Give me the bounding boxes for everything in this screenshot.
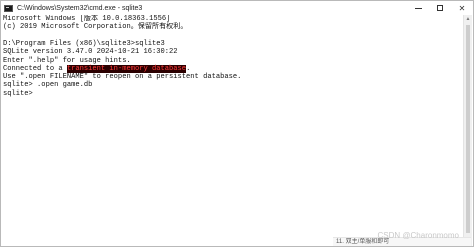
console-line-connected: Connected to a transient in-memory datab… <box>3 64 191 73</box>
console-output[interactable]: Microsoft Windows [版本 10.0.18363.1556] (… <box>1 15 464 246</box>
minimize-icon <box>414 7 422 9</box>
maximize-button[interactable] <box>429 1 451 15</box>
console-line: sqlite> .open game.db <box>3 81 93 90</box>
title-bar[interactable]: C:\Windows\System32\cmd.exe - sqlite3 ✕ <box>1 1 473 15</box>
console-line: Use ".open FILENAME" to reopen on a pers… <box>3 73 242 82</box>
close-icon: ✕ <box>458 3 466 13</box>
console-prompt[interactable]: sqlite> <box>3 90 33 98</box>
scroll-up-icon[interactable]: ▲ <box>464 15 472 24</box>
window-controls: ✕ <box>407 1 473 15</box>
connected-suffix: . <box>186 64 191 73</box>
close-button[interactable]: ✕ <box>451 1 473 15</box>
cmd-window: C:\Windows\System32\cmd.exe - sqlite3 ✕ … <box>0 0 474 247</box>
console-line: SQLite version 3.47.0 2024-10-21 16:30:2… <box>3 48 178 57</box>
window-title: C:\Windows\System32\cmd.exe - sqlite3 <box>17 4 143 12</box>
connected-prefix: Connected to a <box>3 64 67 73</box>
highlighted-text: transient in-memory database <box>66 64 187 73</box>
console-line: (c) 2019 Microsoft Corporation。保留所有权利。 <box>3 23 188 32</box>
watermark: CSDN @Charonmomo <box>377 231 459 240</box>
cmd-app-icon <box>4 4 13 12</box>
maximize-icon <box>437 5 443 11</box>
console-line: D:\Program Files (x86)\sqlite3>sqlite3 <box>3 39 165 48</box>
scroll-thumb[interactable] <box>466 25 470 233</box>
console-line: Enter ".help" for usage hints. <box>3 56 131 65</box>
vertical-scrollbar[interactable]: ▲ ▼ <box>463 15 472 246</box>
minimize-button[interactable] <box>407 1 429 15</box>
